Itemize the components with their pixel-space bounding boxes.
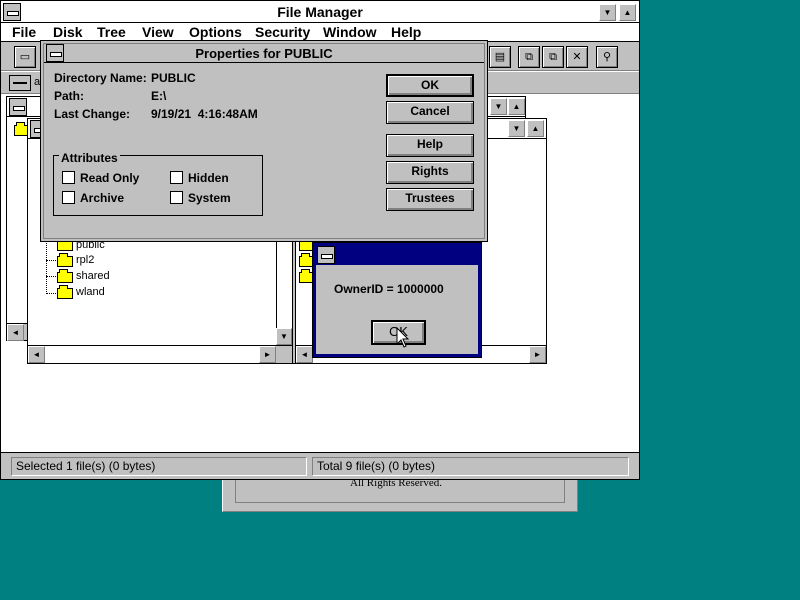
copy2-icon[interactable]: ⧉ bbox=[542, 46, 564, 68]
properties-help-button[interactable]: Help bbox=[386, 134, 474, 157]
menu-file[interactable]: File bbox=[12, 24, 36, 40]
status-left: Selected 1 file(s) (0 bytes) bbox=[11, 457, 307, 476]
hidden-checkbox[interactable] bbox=[170, 171, 183, 184]
folder-icon bbox=[57, 285, 73, 299]
last-change-label: Last Change: bbox=[54, 107, 131, 121]
maximize-button[interactable]: ▲ bbox=[619, 4, 636, 21]
front-window-minimize[interactable]: ▼ bbox=[508, 120, 525, 137]
tree-item-wland[interactable]: wland bbox=[76, 286, 105, 298]
back-scroll-left[interactable]: ◄ bbox=[7, 324, 24, 341]
delete-icon[interactable]: ✕ bbox=[566, 46, 588, 68]
network-icon[interactable]: ▤ bbox=[489, 46, 511, 68]
properties-rights-button[interactable]: Rights bbox=[386, 161, 474, 184]
file-scroll-right-arrow[interactable]: ► bbox=[529, 346, 546, 363]
directory-name-label: Directory Name: bbox=[54, 71, 147, 85]
status-total-text: Total 9 file(s) (0 bytes) bbox=[317, 459, 436, 473]
properties-title-bar: Properties for PUBLIC bbox=[44, 44, 484, 63]
owner-system-icon[interactable] bbox=[317, 246, 335, 264]
file-scroll-left-arrow[interactable]: ◄ bbox=[296, 346, 313, 363]
menu-security[interactable]: Security bbox=[255, 24, 310, 40]
scroll-right-arrow[interactable]: ► bbox=[259, 346, 276, 363]
status-right: Total 9 file(s) (0 bytes) bbox=[312, 457, 629, 476]
back-window-minimize[interactable]: ▼ bbox=[490, 98, 507, 115]
menu-view[interactable]: View bbox=[142, 24, 174, 40]
tree-item-rpl2[interactable]: rpl2 bbox=[76, 254, 94, 266]
last-change-value: 9/19/21 4:16:48AM bbox=[151, 107, 258, 121]
archive-checkbox[interactable] bbox=[62, 191, 75, 204]
menu-tree[interactable]: Tree bbox=[97, 24, 126, 40]
menu-disk[interactable]: Disk bbox=[53, 24, 83, 40]
path-value: E:\ bbox=[151, 89, 167, 103]
front-window-maximize[interactable]: ▲ bbox=[527, 120, 544, 137]
menu-options[interactable]: Options bbox=[189, 24, 242, 40]
properties-title: Properties for PUBLIC bbox=[195, 46, 333, 61]
drive-a-icon[interactable] bbox=[9, 75, 31, 91]
tree-pane-hscroll[interactable]: ◄ ► bbox=[28, 345, 292, 363]
properties-dialog: Properties for PUBLIC Directory Name: PU… bbox=[40, 40, 488, 242]
read-only-checkbox[interactable] bbox=[62, 171, 75, 184]
properties-ok-button[interactable]: OK bbox=[386, 74, 474, 97]
properties-trustees-button[interactable]: Trustees bbox=[386, 188, 474, 211]
search-icon[interactable]: ⚲ bbox=[596, 46, 618, 68]
back-window-system-icon[interactable] bbox=[9, 98, 27, 116]
title-bar: File Manager ▼ ▲ bbox=[1, 1, 639, 23]
archive-label[interactable]: Archive bbox=[80, 191, 124, 205]
status-bar: Selected 1 file(s) (0 bytes) Total 9 fil… bbox=[1, 452, 639, 479]
tree-branch bbox=[46, 293, 56, 294]
back-window-maximize[interactable]: ▲ bbox=[508, 98, 525, 115]
window-title: File Manager bbox=[277, 4, 363, 20]
system-checkbox[interactable] bbox=[170, 191, 183, 204]
folder-icon bbox=[57, 269, 73, 283]
drive-slot bbox=[13, 82, 27, 84]
attributes-label: Attributes bbox=[59, 151, 120, 165]
scroll-track bbox=[45, 346, 259, 363]
hidden-label[interactable]: Hidden bbox=[188, 171, 229, 185]
tree-item-shared[interactable]: shared bbox=[76, 270, 110, 282]
folder-icon bbox=[57, 253, 73, 267]
tree-branch bbox=[46, 276, 56, 277]
scroll-left-arrow[interactable]: ◄ bbox=[28, 346, 45, 363]
path-label: Path: bbox=[54, 89, 84, 103]
owner-message: OwnerID = 1000000 bbox=[334, 282, 444, 296]
directory-name-value: PUBLIC bbox=[151, 71, 196, 85]
tree-branch bbox=[46, 260, 56, 261]
status-selected-text: Selected 1 file(s) (0 bytes) bbox=[16, 459, 156, 473]
system-label[interactable]: System bbox=[188, 191, 231, 205]
menu-window[interactable]: Window bbox=[323, 24, 377, 40]
scroll-down-arrow[interactable]: ▼ bbox=[276, 328, 292, 345]
tree-line bbox=[46, 239, 47, 294]
read-only-label[interactable]: Read Only bbox=[80, 171, 139, 185]
mouse-cursor-icon bbox=[396, 327, 410, 348]
properties-cancel-button[interactable]: Cancel bbox=[386, 101, 474, 124]
minimize-button[interactable]: ▼ bbox=[599, 4, 616, 21]
drive-select-icon[interactable]: ▭ bbox=[14, 46, 36, 68]
menu-help[interactable]: Help bbox=[391, 24, 421, 40]
owner-message-box: OwnerID = 1000000 OK bbox=[312, 242, 482, 358]
copy-icon[interactable]: ⧉ bbox=[518, 46, 540, 68]
owner-title-bar bbox=[316, 246, 478, 264]
